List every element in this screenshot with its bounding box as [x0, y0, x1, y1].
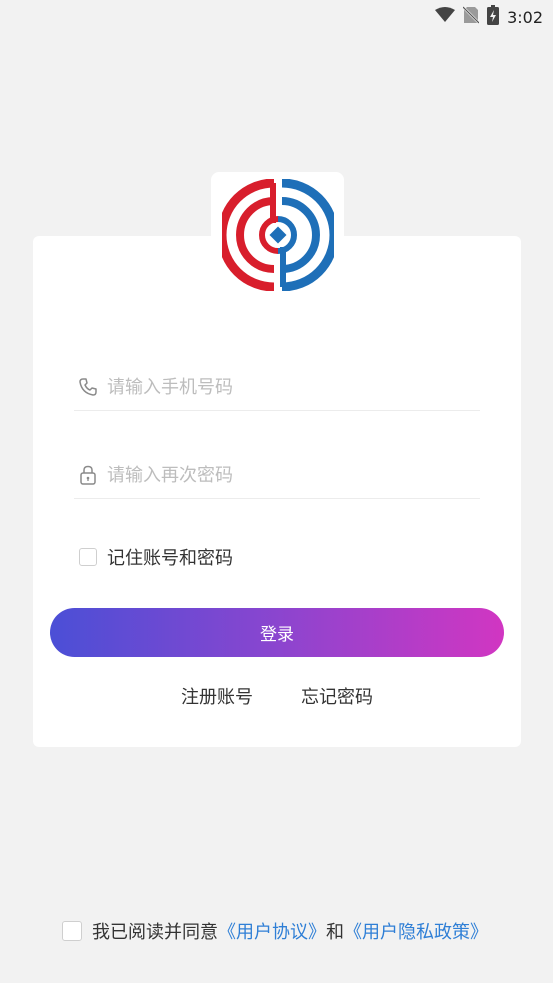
wifi-icon [435, 7, 456, 27]
phone-input[interactable] [107, 376, 467, 398]
privacy-policy-link[interactable]: 《用户隐私政策》 [344, 922, 488, 943]
app-logo-icon [217, 178, 338, 295]
battery-charging-icon [487, 5, 500, 29]
status-bar: 3:02 [0, 0, 553, 32]
user-agreement-link[interactable]: 《用户协议》 [218, 922, 326, 943]
register-link[interactable]: 注册账号 [181, 683, 253, 709]
lock-icon [77, 464, 99, 486]
agreement-prefix: 我已阅读并同意 [92, 922, 218, 943]
remember-option[interactable]: 记住账号和密码 [79, 544, 233, 570]
login-button[interactable]: 登录 [50, 608, 504, 657]
remember-label: 记住账号和密码 [107, 548, 233, 569]
status-time: 3:02 [507, 7, 543, 27]
password-input[interactable] [107, 464, 467, 486]
password-field [74, 452, 480, 499]
status-icons: 3:02 [435, 5, 543, 29]
remember-checkbox[interactable] [79, 548, 97, 566]
no-sim-icon [462, 6, 480, 28]
phone-field [74, 364, 480, 411]
forgot-password-link[interactable]: 忘记密码 [301, 683, 373, 709]
logo-container [211, 172, 344, 302]
agreement-row: 我已阅读并同意《用户协议》和《用户隐私政策》 [62, 918, 488, 944]
agreement-and: 和 [326, 922, 344, 943]
agreement-checkbox[interactable] [62, 921, 82, 941]
phone-icon [77, 376, 99, 398]
